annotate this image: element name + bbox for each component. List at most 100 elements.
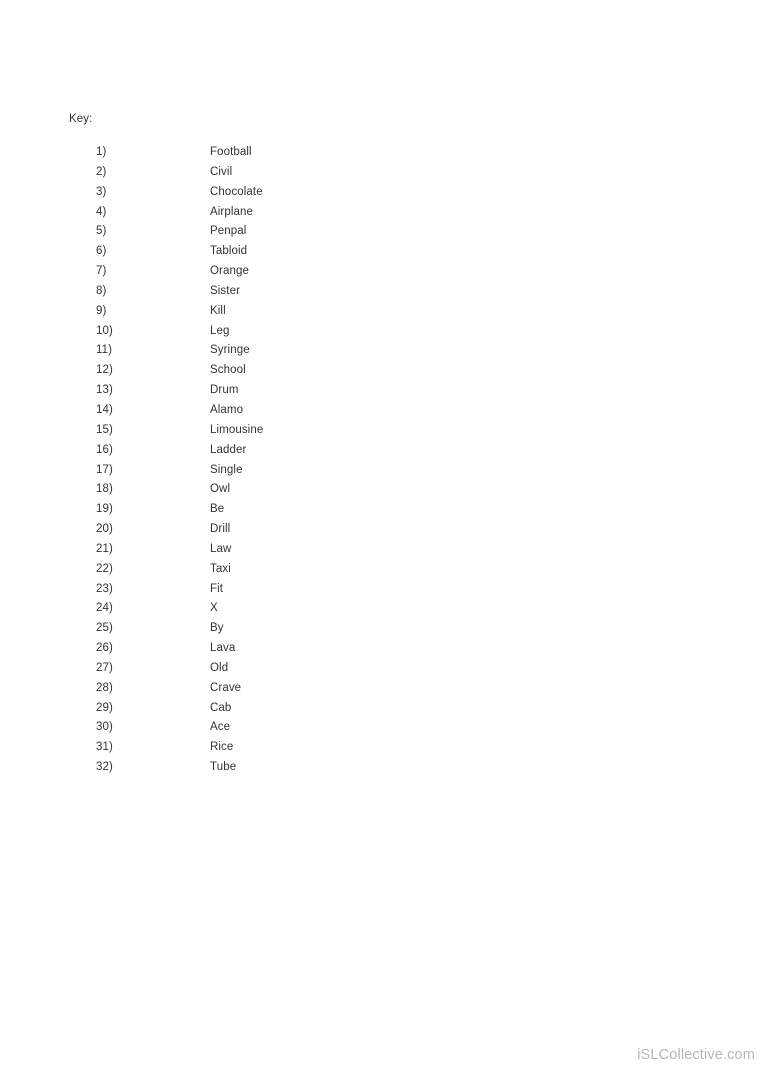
answer-row-word: Alamo bbox=[210, 403, 244, 416]
answer-row-word: Tube bbox=[210, 761, 237, 774]
answer-row: 5) Penpal bbox=[0, 222, 766, 242]
answer-row-word: Crave bbox=[210, 681, 242, 694]
answer-key-list: 1) Football 2) Civil 3) Chocolate 4) Airplane 5)… bbox=[0, 143, 766, 778]
answer-row-number: 15) bbox=[96, 423, 113, 436]
answer-row: 28) Crave bbox=[0, 679, 766, 699]
answer-row: 14) Alamo bbox=[0, 401, 766, 421]
answer-row-word: Cab bbox=[210, 701, 232, 714]
answer-row: 15) Limousine bbox=[0, 421, 766, 441]
answer-row: 26) Lava bbox=[0, 639, 766, 659]
islcollective-watermark: iSLCollective.com bbox=[637, 1047, 755, 1063]
answer-row: 32) Tube bbox=[0, 758, 766, 778]
answer-row-number: 23) bbox=[96, 582, 113, 595]
answer-row: 24) X bbox=[0, 599, 766, 619]
answer-row-number: 8) bbox=[96, 284, 107, 297]
answer-row: 23) Fit bbox=[0, 580, 766, 600]
answer-row-number: 12) bbox=[96, 364, 113, 377]
answer-row: 3) Chocolate bbox=[0, 183, 766, 203]
answer-row-word: Chocolate bbox=[210, 185, 263, 198]
answer-row-number: 1) bbox=[96, 146, 107, 158]
answer-row: 31) Rice bbox=[0, 738, 766, 758]
answer-row-number: 18) bbox=[96, 483, 113, 496]
answer-row-number: 9) bbox=[96, 304, 107, 317]
answer-row-number: 11) bbox=[96, 344, 113, 357]
answer-row: 25) By bbox=[0, 619, 766, 639]
answer-row: 10) Leg bbox=[0, 322, 766, 342]
answer-row-word: Orange bbox=[210, 265, 249, 278]
answer-row: 27) Old bbox=[0, 659, 766, 679]
answer-row: 18) Owl bbox=[0, 480, 766, 500]
answer-row: 6) Tabloid bbox=[0, 242, 766, 262]
answer-row-word: Ladder bbox=[210, 443, 247, 456]
answer-row: 20) Drill bbox=[0, 520, 766, 540]
answer-row: 7) Orange bbox=[0, 262, 766, 282]
answer-row-number: 32) bbox=[96, 761, 113, 774]
answer-row-number: 6) bbox=[96, 245, 107, 258]
answer-row-word: Fit bbox=[210, 582, 224, 595]
answer-row-number: 29) bbox=[96, 701, 113, 714]
answer-row-word: Old bbox=[210, 661, 229, 674]
answer-row-number: 20) bbox=[96, 523, 113, 536]
answer-row: 16) Ladder bbox=[0, 441, 766, 461]
answer-row-word: Lava bbox=[210, 642, 236, 655]
key-heading: Key: bbox=[69, 113, 93, 125]
answer-row-number: 31) bbox=[96, 741, 113, 754]
answer-row-number: 3) bbox=[96, 185, 107, 198]
answer-row: 19) Be bbox=[0, 500, 766, 520]
answer-row-number: 21) bbox=[96, 542, 113, 555]
answer-row-number: 2) bbox=[96, 165, 107, 178]
answer-row-word: Penpal bbox=[210, 225, 247, 238]
answer-row-number: 16) bbox=[96, 443, 113, 456]
answer-row-word: Football bbox=[210, 146, 252, 158]
answer-row: 30) Ace bbox=[0, 718, 766, 738]
answer-row-word: Single bbox=[210, 463, 243, 476]
answer-row-word: By bbox=[210, 622, 224, 635]
answer-row: 1) Football bbox=[0, 143, 766, 163]
answer-row: 8) Sister bbox=[0, 282, 766, 302]
answer-row-number: 14) bbox=[96, 403, 113, 416]
answer-row-word: Taxi bbox=[210, 562, 231, 575]
answer-row: 12) School bbox=[0, 361, 766, 381]
answer-row: 2) Civil bbox=[0, 163, 766, 183]
answer-row-number: 5) bbox=[96, 225, 107, 238]
answer-row-number: 26) bbox=[96, 642, 113, 655]
answer-row: 11) Syringe bbox=[0, 341, 766, 361]
answer-row-number: 27) bbox=[96, 661, 113, 674]
answer-row: 17) Single bbox=[0, 461, 766, 481]
answer-row-word: Be bbox=[210, 503, 225, 516]
answer-row-word: X bbox=[210, 602, 218, 615]
answer-row-word: Leg bbox=[210, 324, 230, 337]
answer-row: 4) Airplane bbox=[0, 203, 766, 223]
answer-row-number: 17) bbox=[96, 463, 113, 476]
answer-row-number: 25) bbox=[96, 622, 113, 635]
answer-row-number: 30) bbox=[96, 721, 113, 734]
answer-row-word: Owl bbox=[210, 483, 231, 496]
answer-row-word: Kill bbox=[210, 304, 226, 317]
answer-row-word: Limousine bbox=[210, 423, 264, 436]
answer-row-word: Law bbox=[210, 542, 232, 555]
answer-row: 9) Kill bbox=[0, 302, 766, 322]
answer-row-word: Syringe bbox=[210, 344, 250, 357]
answer-row-word: Tabloid bbox=[210, 245, 248, 258]
answer-row: 29) Cab bbox=[0, 699, 766, 719]
document-page: Key: 1) Football 2) Civil 3) Chocolate 4) Airpl… bbox=[0, 0, 766, 1084]
answer-row-number: 4) bbox=[96, 205, 107, 218]
answer-row-word: School bbox=[210, 364, 246, 377]
answer-row-number: 10) bbox=[96, 324, 113, 337]
answer-row: 21) Law bbox=[0, 540, 766, 560]
answer-row-word: Drill bbox=[210, 523, 231, 536]
answer-row-number: 13) bbox=[96, 384, 113, 397]
answer-row-number: 24) bbox=[96, 602, 113, 615]
answer-row-word: Civil bbox=[210, 165, 233, 178]
answer-row-word: Rice bbox=[210, 741, 234, 754]
answer-row-number: 7) bbox=[96, 265, 107, 278]
answer-row-word: Airplane bbox=[210, 205, 253, 218]
answer-row: 13) Drum bbox=[0, 381, 766, 401]
answer-row-number: 19) bbox=[96, 503, 113, 516]
answer-row-number: 22) bbox=[96, 562, 113, 575]
answer-row-number: 28) bbox=[96, 681, 113, 694]
answer-row-word: Drum bbox=[210, 384, 239, 397]
answer-row: 22) Taxi bbox=[0, 560, 766, 580]
answer-row-word: Sister bbox=[210, 284, 240, 297]
answer-row-word: Ace bbox=[210, 721, 231, 734]
